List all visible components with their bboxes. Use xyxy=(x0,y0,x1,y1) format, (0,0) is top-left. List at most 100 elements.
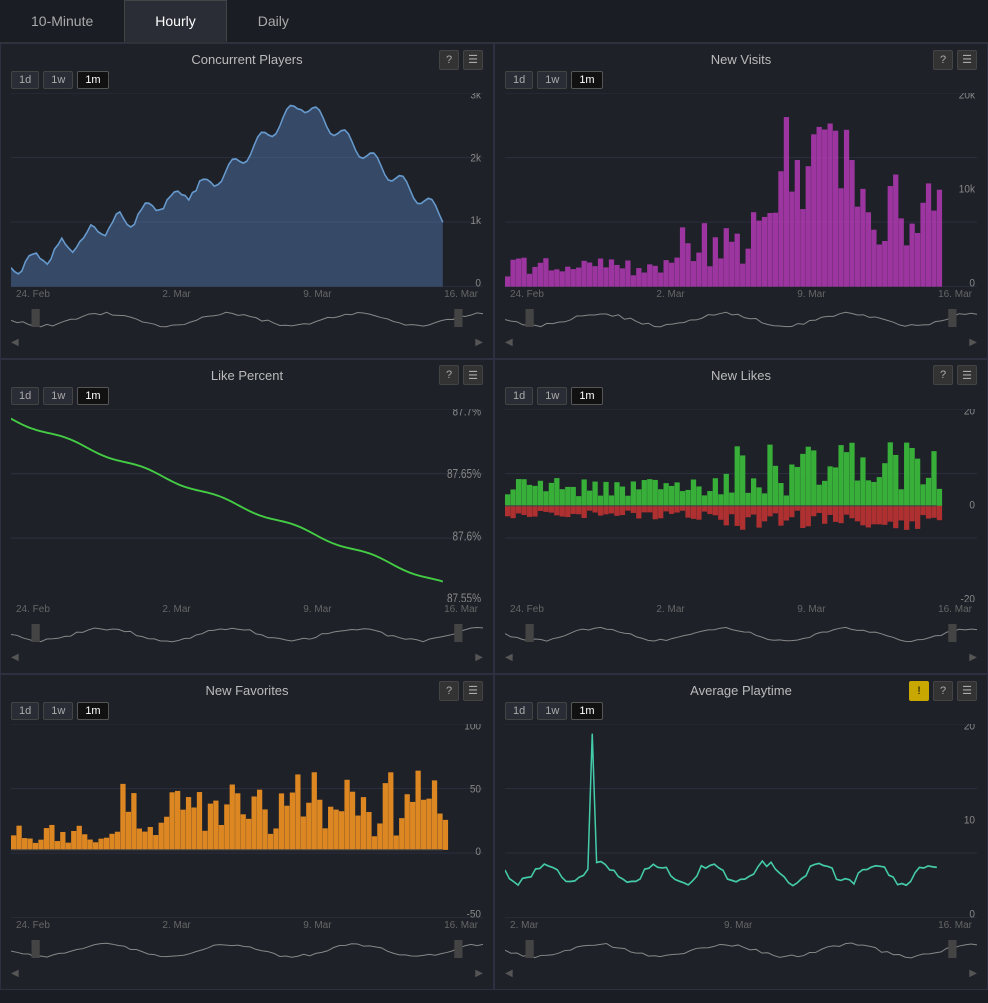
menu-icon-like-percent[interactable]: ☰ xyxy=(463,365,483,385)
time-btn-1w-concurrent-players[interactable]: 1w xyxy=(43,71,73,89)
chart-svg-new-likes: 200-20 xyxy=(505,409,977,603)
chart-title-new-visits: New Visits xyxy=(711,52,771,67)
chart-panel-like-percent: Like Percent?☰1d1w1m87.7%87.65%87.6%87.5… xyxy=(0,359,494,675)
time-btn-1w-new-favorites[interactable]: 1w xyxy=(43,702,73,720)
scroll-right-new-likes[interactable]: ▶ xyxy=(969,652,977,666)
scroll-right-like-percent[interactable]: ▶ xyxy=(475,652,483,666)
help-icon-new-favorites[interactable]: ? xyxy=(439,681,459,701)
svg-text:-50: -50 xyxy=(466,908,481,918)
time-btn-1m-concurrent-players[interactable]: 1m xyxy=(77,71,108,89)
scroll-right-average-playtime[interactable]: ▶ xyxy=(969,968,977,982)
svg-text:3k: 3k xyxy=(470,93,481,102)
mini-chart-like-percent xyxy=(11,619,483,647)
scroll-left-new-favorites[interactable]: ◀ xyxy=(11,968,19,982)
time-btn-1m-new-visits[interactable]: 1m xyxy=(571,71,602,89)
tab-hourly[interactable]: Hourly xyxy=(124,0,226,42)
svg-text:0: 0 xyxy=(475,277,481,287)
scroll-left-like-percent[interactable]: ◀ xyxy=(11,652,19,666)
tab-bar: 10-Minute Hourly Daily xyxy=(0,0,988,43)
chart-area-average-playtime: 20100 xyxy=(505,724,977,918)
scroll-right-concurrent-players[interactable]: ▶ xyxy=(475,337,483,351)
chart-panel-concurrent-players: Concurrent Players?☰ 1d1w1m 3k 2k 1k 0 24. Feb… xyxy=(0,43,494,359)
chart-title-like-percent: Like Percent xyxy=(211,368,283,383)
scroll-right-new-visits[interactable]: ▶ xyxy=(969,337,977,351)
time-btn-1m-like-percent[interactable]: 1m xyxy=(77,387,108,405)
time-btn-1m-new-favorites[interactable]: 1m xyxy=(77,702,108,720)
svg-text:87.7%: 87.7% xyxy=(453,409,481,419)
chart-footer-average-playtime: ◀▶ xyxy=(505,935,977,985)
chart-area-new-likes: 200-20 xyxy=(505,409,977,603)
time-btn-1m-new-likes[interactable]: 1m xyxy=(571,387,602,405)
svg-text:2k: 2k xyxy=(470,152,481,165)
chart-svg-concurrent-players: 3k 2k 1k 0 xyxy=(11,93,483,287)
scroll-left-new-likes[interactable]: ◀ xyxy=(505,652,513,666)
x-label: 16. Mar xyxy=(444,920,478,931)
time-btn-1w-average-playtime[interactable]: 1w xyxy=(537,702,567,720)
x-label: 2. Mar xyxy=(162,920,190,931)
chart-area-like-percent: 87.7%87.65%87.6%87.55% xyxy=(11,409,483,603)
chart-svg-new-visits: 20k10k0 xyxy=(505,93,977,287)
svg-text:0: 0 xyxy=(969,499,975,512)
svg-text:1k: 1k xyxy=(470,214,481,227)
chart-panel-new-likes: New Likes?☰1d1w1m200-2024. Feb2. Mar9. M… xyxy=(494,359,988,675)
menu-icon-average-playtime[interactable]: ☰ xyxy=(957,681,977,701)
menu-icon-new-visits[interactable]: ☰ xyxy=(957,50,977,70)
help-icon-concurrent-players[interactable]: ? xyxy=(439,50,459,70)
menu-icon-new-favorites[interactable]: ☰ xyxy=(463,681,483,701)
time-btn-1m-average-playtime[interactable]: 1m xyxy=(571,702,602,720)
chart-svg-average-playtime: 20100 xyxy=(505,724,977,918)
time-btn-1d-concurrent-players[interactable]: 1d xyxy=(11,71,39,89)
chart-title-new-favorites: New Favorites xyxy=(205,683,288,698)
mini-chart-new-visits xyxy=(505,304,977,332)
tab-10-minute[interactable]: 10-Minute xyxy=(0,0,124,42)
time-btn-1d-average-playtime[interactable]: 1d xyxy=(505,702,533,720)
svg-text:10k: 10k xyxy=(959,183,976,196)
tab-daily[interactable]: Daily xyxy=(227,0,320,42)
help-icon-new-visits[interactable]: ? xyxy=(933,50,953,70)
x-label: 24. Feb xyxy=(16,289,50,300)
svg-text:20k: 20k xyxy=(959,93,976,102)
chart-footer-new-likes: ◀▶ xyxy=(505,619,977,669)
scroll-left-concurrent-players[interactable]: ◀ xyxy=(11,337,19,351)
mini-chart-new-favorites xyxy=(11,935,483,963)
x-label: 16. Mar xyxy=(938,920,972,931)
help-icon-new-likes[interactable]: ? xyxy=(933,365,953,385)
svg-text:87.65%: 87.65% xyxy=(447,467,481,480)
x-label: 9. Mar xyxy=(724,920,752,931)
chart-panel-new-visits: New Visits?☰1d1w1m20k10k024. Feb2. Mar9.… xyxy=(494,43,988,359)
time-btn-1w-like-percent[interactable]: 1w xyxy=(43,387,73,405)
svg-text:0: 0 xyxy=(969,908,975,918)
chart-footer-new-visits: ◀▶ xyxy=(505,304,977,354)
help-icon-like-percent[interactable]: ? xyxy=(439,365,459,385)
x-label: 24. Feb xyxy=(16,604,50,615)
time-btn-1d-new-likes[interactable]: 1d xyxy=(505,387,533,405)
x-label: 2. Mar xyxy=(510,920,538,931)
warn-icon-average-playtime[interactable]: ! xyxy=(909,681,929,701)
svg-text:10: 10 xyxy=(964,814,975,827)
time-btn-1w-new-likes[interactable]: 1w xyxy=(537,387,567,405)
time-btn-1d-like-percent[interactable]: 1d xyxy=(11,387,39,405)
x-label: 24. Feb xyxy=(16,920,50,931)
x-label: 2. Mar xyxy=(656,604,684,615)
chart-area-new-favorites: 100500-50 xyxy=(11,724,483,918)
charts-grid: Concurrent Players?☰1d1w1m3k2k1k024. Feb… xyxy=(0,43,988,990)
chart-panel-average-playtime: Average Playtime!?☰1d1w1m201002. Mar9. M… xyxy=(494,674,988,990)
mini-chart-new-likes xyxy=(505,619,977,647)
chart-area-concurrent-players: 3k 2k 1k 0 xyxy=(11,93,483,287)
chart-title-concurrent-players: Concurrent Players xyxy=(191,52,302,67)
menu-icon-concurrent-players[interactable]: ☰ xyxy=(463,50,483,70)
svg-text:-20: -20 xyxy=(960,593,975,603)
scroll-left-average-playtime[interactable]: ◀ xyxy=(505,968,513,982)
help-icon-average-playtime[interactable]: ? xyxy=(933,681,953,701)
x-label: 2. Mar xyxy=(162,604,190,615)
time-btn-1w-new-visits[interactable]: 1w xyxy=(537,71,567,89)
svg-text:0: 0 xyxy=(475,846,481,859)
time-btn-1d-new-visits[interactable]: 1d xyxy=(505,71,533,89)
svg-text:87.6%: 87.6% xyxy=(453,530,481,543)
time-btn-1d-new-favorites[interactable]: 1d xyxy=(11,702,39,720)
scroll-right-new-favorites[interactable]: ▶ xyxy=(475,968,483,982)
chart-panel-new-favorites: New Favorites?☰1d1w1m100500-5024. Feb2. … xyxy=(0,674,494,990)
chart-title-average-playtime: Average Playtime xyxy=(690,683,792,698)
menu-icon-new-likes[interactable]: ☰ xyxy=(957,365,977,385)
scroll-left-new-visits[interactable]: ◀ xyxy=(505,337,513,351)
